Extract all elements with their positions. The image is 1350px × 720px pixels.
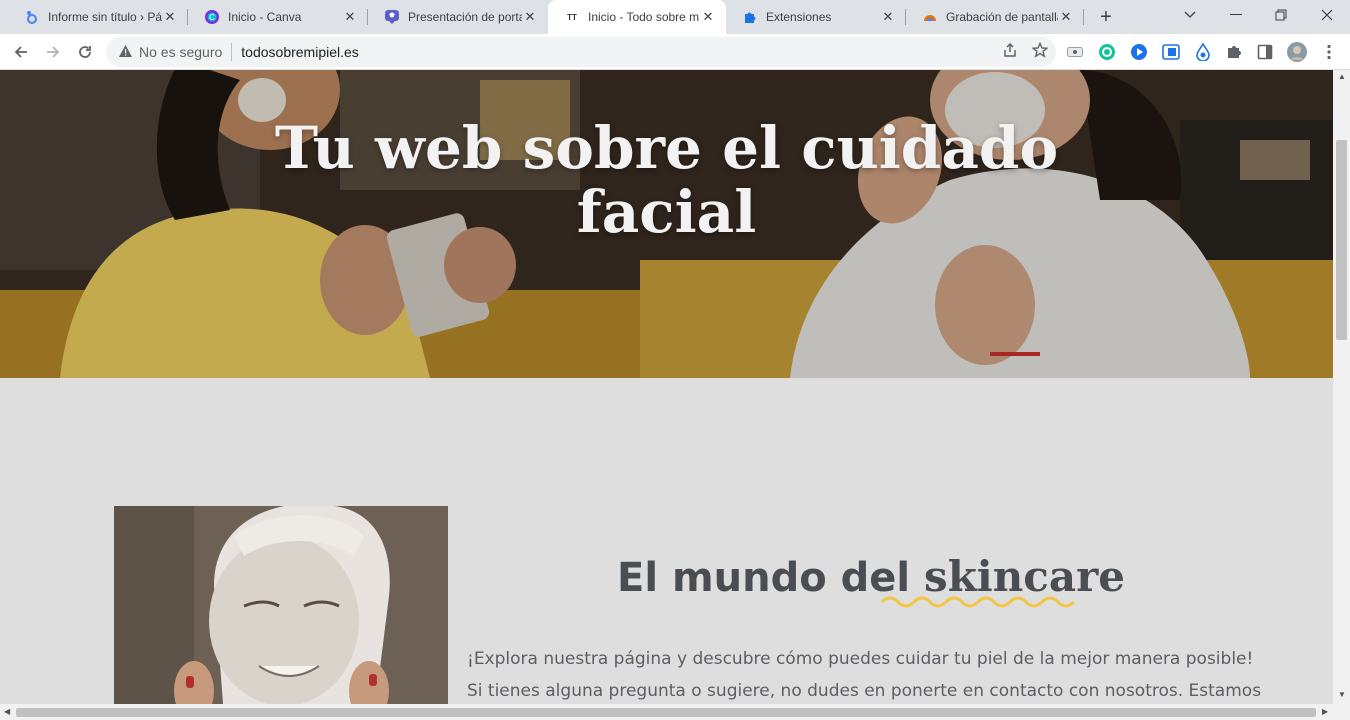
scroll-down-icon[interactable]: ▼: [1338, 690, 1346, 699]
reload-button[interactable]: [71, 38, 99, 66]
tab-canva[interactable]: C Inicio - Canva ✕: [188, 0, 368, 34]
canva-icon: C: [204, 9, 220, 25]
vertical-scroll-thumb[interactable]: [1336, 140, 1347, 340]
horizontal-scroll-thumb[interactable]: [16, 708, 1316, 717]
close-window-button[interactable]: [1305, 0, 1349, 30]
tab-search-button[interactable]: [1168, 0, 1212, 30]
extensions-puzzle-icon[interactable]: [1225, 43, 1243, 61]
page-viewport: Tu web sobre el cuidado facial El mundo …: [0, 70, 1333, 704]
extension-drop-icon[interactable]: [1194, 43, 1212, 61]
scroll-left-icon[interactable]: ◀: [4, 707, 10, 716]
reload-icon: [79, 46, 91, 58]
tab-title: Informe sin título › Pág: [48, 10, 162, 24]
address-bar[interactable]: No es seguro todosobremipiel.es: [106, 37, 1056, 67]
slides-icon: [384, 9, 400, 25]
restore-button[interactable]: [1259, 0, 1303, 30]
intro-paragraph: ¡Explora nuestra página y descubre cómo …: [467, 643, 1262, 704]
tab-todosobremipiel[interactable]: TT Inicio - Todo sobre m ✕: [548, 0, 726, 34]
extension-reader-icon[interactable]: [1162, 43, 1180, 61]
intro-line-2: Si tienes alguna pregunta o sugiere, no …: [467, 681, 1262, 701]
recorder-icon: [922, 9, 938, 25]
hero-title-line-2: facial: [576, 178, 757, 246]
tab-informe[interactable]: Informe sin título › Pág ✕: [8, 0, 188, 34]
tab-presentacion[interactable]: Presentación de porta ✕: [368, 0, 548, 34]
looker-studio-icon: [24, 9, 40, 25]
tab-strip: Informe sin título › Pág ✕ C Inicio - Ca…: [0, 0, 1350, 34]
scroll-right-icon[interactable]: ▶: [1322, 707, 1328, 716]
security-label[interactable]: No es seguro: [139, 44, 222, 60]
site-icon: TT: [564, 9, 580, 25]
side-panel-icon[interactable]: [1256, 43, 1274, 61]
new-tab-button[interactable]: +: [1094, 5, 1118, 29]
extension-video-icon[interactable]: [1066, 43, 1084, 61]
close-icon[interactable]: ✕: [1058, 9, 1074, 25]
hero-title-line-1: Tu web sobre el cuidado: [274, 114, 1059, 182]
hero-banner: Tu web sobre el cuidado facial: [0, 70, 1333, 378]
browser-toolbar: No es seguro todosobremipiel.es: [0, 34, 1350, 70]
svg-text:TT: TT: [567, 13, 577, 22]
close-icon[interactable]: ✕: [342, 9, 358, 25]
minimize-button[interactable]: [1214, 0, 1258, 30]
restore-icon: [1275, 9, 1287, 21]
close-icon[interactable]: ✕: [880, 9, 896, 25]
warning-triangle-icon[interactable]: [118, 44, 133, 61]
close-icon[interactable]: ✕: [522, 9, 538, 25]
chevron-down-icon: [1184, 11, 1196, 18]
close-icon[interactable]: ✕: [700, 9, 716, 25]
svg-text:C: C: [209, 13, 215, 22]
url-text[interactable]: todosobremipiel.es: [241, 44, 359, 60]
tab-title: Extensiones: [766, 10, 832, 24]
intro-line-1: ¡Explora nuestra página y descubre cómo …: [467, 649, 1254, 669]
skincare-photo: [114, 506, 448, 704]
forward-arrow-icon: [47, 46, 60, 58]
vertical-scrollbar[interactable]: ▲ ▼: [1333, 70, 1350, 704]
back-arrow-icon: [14, 46, 27, 58]
extension-grammarly-icon[interactable]: [1098, 43, 1116, 61]
tab-separator: [1083, 9, 1084, 25]
tab-title: Inicio - Canva: [228, 10, 302, 24]
menu-kebab-icon[interactable]: [1320, 43, 1338, 61]
minimize-icon: [1230, 14, 1242, 15]
avatar[interactable]: [1287, 42, 1307, 62]
bookmark-star-icon[interactable]: [1031, 41, 1049, 62]
close-window-icon: [1321, 9, 1333, 21]
back-button[interactable]: [7, 38, 35, 66]
horizontal-scrollbar[interactable]: ◀ ▶: [0, 704, 1350, 720]
address-divider: [231, 43, 233, 61]
scroll-up-icon[interactable]: ▲: [1338, 72, 1346, 81]
extension-screencastify-icon[interactable]: [1130, 43, 1148, 61]
highlight-squiggle: [880, 596, 1076, 608]
close-icon[interactable]: ✕: [162, 9, 178, 25]
tab-extensiones[interactable]: Extensiones ✕: [726, 0, 906, 34]
section-title-plain: El mundo del: [617, 555, 911, 601]
tab-title: Grabación de pantalla: [946, 10, 1058, 24]
forward-button[interactable]: [39, 38, 67, 66]
puzzle-icon: [742, 9, 758, 25]
share-icon[interactable]: [1002, 42, 1018, 62]
tab-title: Presentación de porta: [408, 10, 522, 24]
hero-title: Tu web sobre el cuidado facial: [0, 116, 1333, 244]
tab-grabacion[interactable]: Grabación de pantalla ✕: [906, 0, 1084, 34]
tab-title: Inicio - Todo sobre m: [588, 10, 700, 24]
